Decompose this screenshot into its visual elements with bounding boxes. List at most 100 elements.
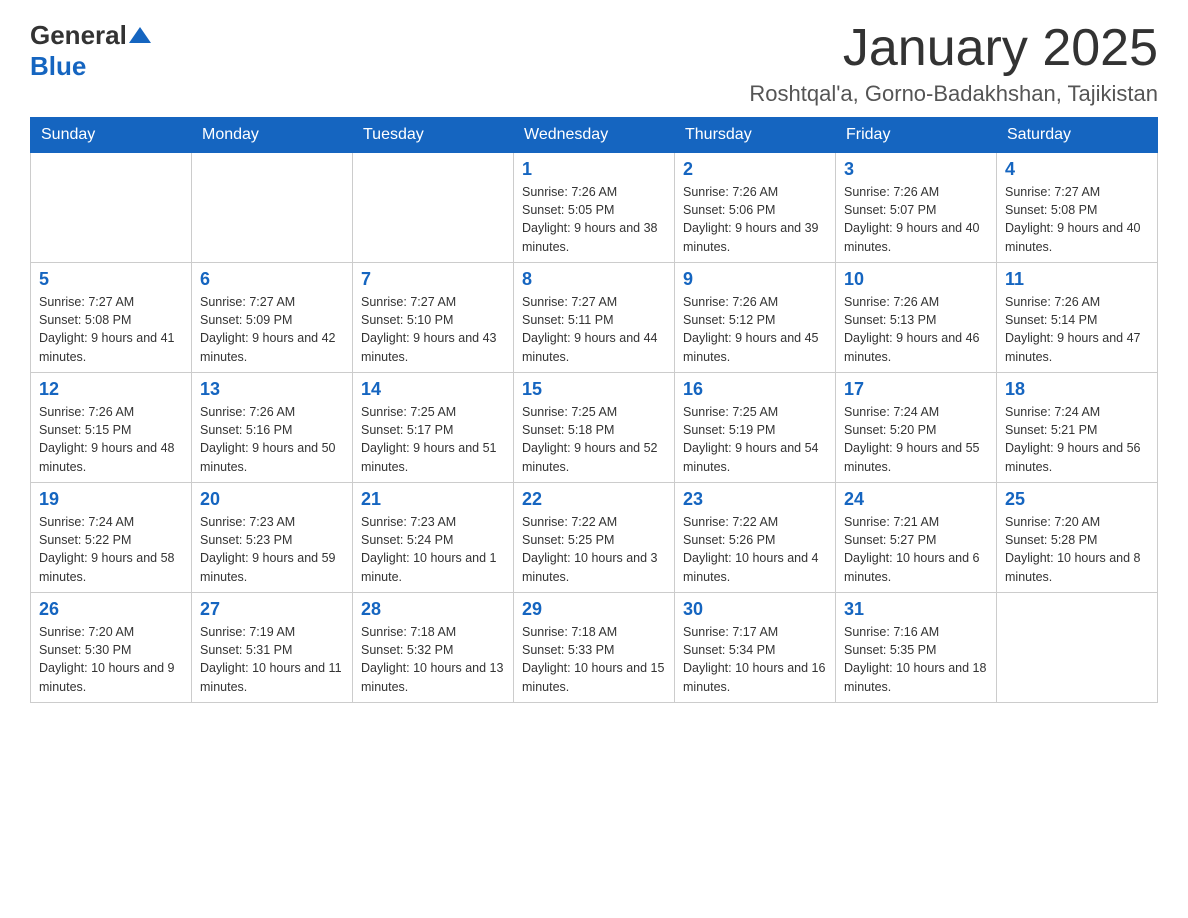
day-number: 13	[200, 379, 344, 400]
day-info: Sunrise: 7:26 AMSunset: 5:15 PMDaylight:…	[39, 403, 183, 476]
day-number: 2	[683, 159, 827, 180]
day-info: Sunrise: 7:26 AMSunset: 5:06 PMDaylight:…	[683, 183, 827, 256]
calendar-cell: 30 Sunrise: 7:17 AMSunset: 5:34 PMDayligh…	[675, 593, 836, 703]
day-number: 14	[361, 379, 505, 400]
calendar-cell: 28 Sunrise: 7:18 AMSunset: 5:32 PMDayligh…	[353, 593, 514, 703]
calendar-cell: 16Sunrise: 7:25 AMSunset: 5:19 PMDayligh…	[675, 373, 836, 483]
calendar-header-row: SundayMondayTuesdayWednesdayThursdayFrid…	[31, 118, 1158, 153]
calendar-cell: 9 Sunrise: 7:26 AMSunset: 5:12 PMDaylight…	[675, 263, 836, 373]
day-number: 8	[522, 269, 666, 290]
day-info: Sunrise: 7:27 AMSunset: 5:08 PMDaylight:…	[1005, 183, 1149, 256]
day-info: Sunrise: 7:25 AMSunset: 5:17 PMDaylight:…	[361, 403, 505, 476]
calendar-cell: 18 Sunrise: 7:24 AMSunset: 5:21 PMDayligh…	[997, 373, 1158, 483]
calendar-cell	[192, 153, 353, 263]
day-number: 17	[844, 379, 988, 400]
day-info: Sunrise: 7:24 AMSunset: 5:22 PMDaylight:…	[39, 513, 183, 586]
day-number: 26	[39, 599, 183, 620]
day-number: 12	[39, 379, 183, 400]
title-area: January 2025 Roshtqal'a, Gorno-Badakhsha…	[749, 20, 1158, 107]
day-number: 3	[844, 159, 988, 180]
day-info: Sunrise: 7:22 AMSunset: 5:26 PMDaylight:…	[683, 513, 827, 586]
calendar-header-saturday: Saturday	[997, 118, 1158, 153]
day-number: 9	[683, 269, 827, 290]
day-number: 5	[39, 269, 183, 290]
day-number: 1	[522, 159, 666, 180]
calendar-cell: 29 Sunrise: 7:18 AMSunset: 5:33 PMDayligh…	[514, 593, 675, 703]
day-number: 15	[522, 379, 666, 400]
day-info: Sunrise: 7:24 AMSunset: 5:21 PMDaylight:…	[1005, 403, 1149, 476]
calendar-header-tuesday: Tuesday	[353, 118, 514, 153]
day-info: Sunrise: 7:26 AMSunset: 5:07 PMDaylight:…	[844, 183, 988, 256]
day-info: Sunrise: 7:27 AMSunset: 5:11 PMDaylight:…	[522, 293, 666, 366]
logo-general: General	[30, 20, 127, 51]
day-number: 6	[200, 269, 344, 290]
day-number: 29	[522, 599, 666, 620]
calendar-cell: 20 Sunrise: 7:23 AMSunset: 5:23 PMDayligh…	[192, 483, 353, 593]
day-number: 23	[683, 489, 827, 510]
calendar-cell	[31, 153, 192, 263]
day-info: Sunrise: 7:27 AMSunset: 5:10 PMDaylight:…	[361, 293, 505, 366]
calendar-cell: 17 Sunrise: 7:24 AMSunset: 5:20 PMDayligh…	[836, 373, 997, 483]
day-info: Sunrise: 7:19 AMSunset: 5:31 PMDaylight:…	[200, 623, 344, 696]
calendar-cell: 6 Sunrise: 7:27 AMSunset: 5:09 PMDaylight…	[192, 263, 353, 373]
day-info: Sunrise: 7:25 AMSunset: 5:18 PMDaylight:…	[522, 403, 666, 476]
calendar-cell: 25Sunrise: 7:20 AMSunset: 5:28 PMDayligh…	[997, 483, 1158, 593]
calendar-cell: 21 Sunrise: 7:23 AMSunset: 5:24 PMDayligh…	[353, 483, 514, 593]
calendar-week-row: 19Sunrise: 7:24 AMSunset: 5:22 PMDayligh…	[31, 483, 1158, 593]
logo-blue: Blue	[30, 51, 86, 81]
calendar-cell: 4 Sunrise: 7:27 AMSunset: 5:08 PMDaylight…	[997, 153, 1158, 263]
day-info: Sunrise: 7:26 AMSunset: 5:13 PMDaylight:…	[844, 293, 988, 366]
month-year-title: January 2025	[749, 20, 1158, 77]
day-info: Sunrise: 7:23 AMSunset: 5:23 PMDaylight:…	[200, 513, 344, 586]
location-subtitle: Roshtqal'a, Gorno-Badakhshan, Tajikistan	[749, 81, 1158, 107]
calendar-cell: 27Sunrise: 7:19 AMSunset: 5:31 PMDayligh…	[192, 593, 353, 703]
day-info: Sunrise: 7:16 AMSunset: 5:35 PMDaylight:…	[844, 623, 988, 696]
day-number: 28	[361, 599, 505, 620]
calendar-week-row: 12 Sunrise: 7:26 AMSunset: 5:15 PMDayligh…	[31, 373, 1158, 483]
day-number: 18	[1005, 379, 1149, 400]
calendar-cell: 22 Sunrise: 7:22 AMSunset: 5:25 PMDayligh…	[514, 483, 675, 593]
calendar-week-row: 26Sunrise: 7:20 AMSunset: 5:30 PMDayligh…	[31, 593, 1158, 703]
day-number: 21	[361, 489, 505, 510]
day-number: 20	[200, 489, 344, 510]
calendar-cell	[997, 593, 1158, 703]
calendar-week-row: 1 Sunrise: 7:26 AMSunset: 5:05 PMDaylight…	[31, 153, 1158, 263]
day-number: 10	[844, 269, 988, 290]
calendar-cell: 14 Sunrise: 7:25 AMSunset: 5:17 PMDayligh…	[353, 373, 514, 483]
calendar-cell: 13Sunrise: 7:26 AMSunset: 5:16 PMDayligh…	[192, 373, 353, 483]
page-header: General Blue January 2025 Roshtqal'a, Go…	[30, 20, 1158, 107]
calendar-cell: 11 Sunrise: 7:26 AMSunset: 5:14 PMDayligh…	[997, 263, 1158, 373]
day-info: Sunrise: 7:27 AMSunset: 5:09 PMDaylight:…	[200, 293, 344, 366]
day-info: Sunrise: 7:24 AMSunset: 5:20 PMDaylight:…	[844, 403, 988, 476]
calendar-cell	[353, 153, 514, 263]
calendar-header-wednesday: Wednesday	[514, 118, 675, 153]
day-info: Sunrise: 7:22 AMSunset: 5:25 PMDaylight:…	[522, 513, 666, 586]
logo-triangle-icon	[129, 25, 151, 43]
day-number: 4	[1005, 159, 1149, 180]
day-info: Sunrise: 7:26 AMSunset: 5:12 PMDaylight:…	[683, 293, 827, 366]
calendar-cell: 24Sunrise: 7:21 AMSunset: 5:27 PMDayligh…	[836, 483, 997, 593]
calendar-cell: 31Sunrise: 7:16 AMSunset: 5:35 PMDayligh…	[836, 593, 997, 703]
day-info: Sunrise: 7:21 AMSunset: 5:27 PMDaylight:…	[844, 513, 988, 586]
calendar-cell: 5 Sunrise: 7:27 AMSunset: 5:08 PMDaylight…	[31, 263, 192, 373]
calendar-cell: 23 Sunrise: 7:22 AMSunset: 5:26 PMDayligh…	[675, 483, 836, 593]
calendar-table: SundayMondayTuesdayWednesdayThursdayFrid…	[30, 117, 1158, 703]
day-info: Sunrise: 7:26 AMSunset: 5:14 PMDaylight:…	[1005, 293, 1149, 366]
day-number: 22	[522, 489, 666, 510]
day-info: Sunrise: 7:27 AMSunset: 5:08 PMDaylight:…	[39, 293, 183, 366]
day-number: 7	[361, 269, 505, 290]
calendar-header-friday: Friday	[836, 118, 997, 153]
day-info: Sunrise: 7:18 AMSunset: 5:33 PMDaylight:…	[522, 623, 666, 696]
day-number: 25	[1005, 489, 1149, 510]
day-number: 11	[1005, 269, 1149, 290]
day-number: 30	[683, 599, 827, 620]
calendar-header-sunday: Sunday	[31, 118, 192, 153]
calendar-header-monday: Monday	[192, 118, 353, 153]
calendar-cell: 19Sunrise: 7:24 AMSunset: 5:22 PMDayligh…	[31, 483, 192, 593]
day-info: Sunrise: 7:23 AMSunset: 5:24 PMDaylight:…	[361, 513, 505, 586]
calendar-cell: 1 Sunrise: 7:26 AMSunset: 5:05 PMDaylight…	[514, 153, 675, 263]
day-number: 16	[683, 379, 827, 400]
day-info: Sunrise: 7:26 AMSunset: 5:05 PMDaylight:…	[522, 183, 666, 256]
day-info: Sunrise: 7:17 AMSunset: 5:34 PMDaylight:…	[683, 623, 827, 696]
day-info: Sunrise: 7:18 AMSunset: 5:32 PMDaylight:…	[361, 623, 505, 696]
